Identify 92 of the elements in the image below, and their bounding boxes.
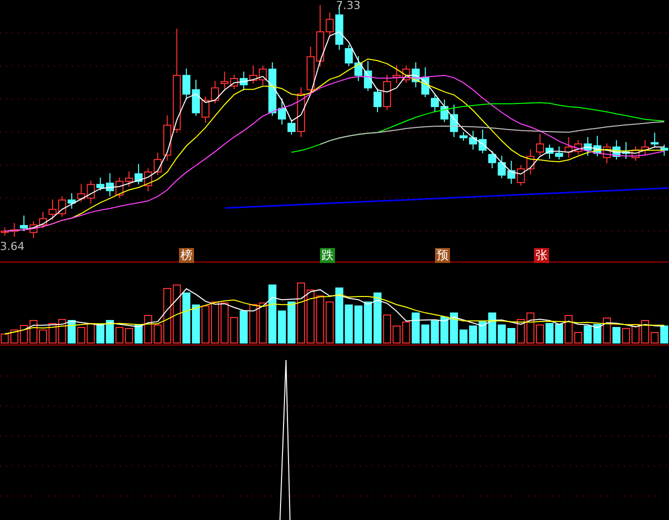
- candlestick: [650, 132, 659, 148]
- volume-bar: [354, 306, 362, 344]
- candlestick: [144, 168, 152, 192]
- candlestick: [584, 136, 592, 156]
- candlestick: [297, 86, 306, 138]
- candlestick: [211, 80, 220, 104]
- candlestick: [29, 220, 38, 238]
- volume-bar: [326, 302, 334, 344]
- volume-bar: [469, 326, 478, 344]
- candlestick: [660, 144, 668, 156]
- volume-bar: [20, 325, 28, 344]
- volume-bar: [172, 284, 181, 344]
- candlestick: [249, 64, 258, 84]
- candlestick: [488, 150, 496, 169]
- volume-bar: [546, 323, 554, 344]
- signal-marker: 榜: [179, 248, 194, 263]
- volume-bar: [77, 327, 86, 344]
- candlestick: [48, 198, 57, 220]
- candlestick: [288, 119, 296, 136]
- volume-bar: [192, 304, 200, 344]
- volume-bar: [201, 306, 210, 344]
- candlestick: [498, 155, 506, 179]
- volume-bar: [249, 304, 258, 344]
- candlestick: [440, 99, 448, 123]
- candlestick: [478, 129, 487, 154]
- volume-bar: [430, 320, 439, 344]
- candlestick: [612, 140, 620, 160]
- candlestick: [230, 74, 238, 90]
- candlestick: [240, 71, 248, 91]
- candlestick: [450, 104, 458, 138]
- signal-marker: 跌: [320, 248, 335, 263]
- volume-bar: [115, 327, 124, 344]
- candlestick: [354, 56, 362, 82]
- candlestick: [364, 60, 372, 92]
- volume-bar: [593, 324, 602, 344]
- volume-bar: [288, 302, 296, 344]
- candlestick: [526, 149, 534, 175]
- candlestick: [58, 196, 66, 218]
- volume-bar: [86, 323, 95, 344]
- volume-bar: [211, 302, 220, 344]
- candlestick: [20, 215, 28, 232]
- low-price-label: 3.64: [0, 241, 24, 253]
- volume-bar: [622, 328, 630, 344]
- volume-bar: [306, 290, 315, 344]
- high-price-label: 7.33: [336, 0, 360, 12]
- volume-bar: [48, 323, 57, 344]
- candlestick: [507, 160, 516, 184]
- volume-bar: [478, 322, 487, 344]
- volume-bar: [374, 292, 382, 344]
- volume-bar: [240, 310, 248, 344]
- volume-bar: [10, 330, 18, 344]
- candlestick: [39, 211, 47, 229]
- volume-bar: [297, 282, 306, 344]
- candlestick: [115, 177, 124, 199]
- candlestick: [546, 144, 554, 160]
- candlestick: [412, 62, 420, 88]
- candlestick: [402, 64, 410, 84]
- candlestick: [220, 71, 229, 90]
- candlestick: [125, 170, 134, 188]
- candlestick: [77, 183, 86, 202]
- candlestick: [192, 79, 200, 116]
- volume-bar: [402, 322, 410, 344]
- candlestick: [593, 135, 602, 157]
- candlestick: [632, 146, 640, 162]
- volume-bar: [29, 320, 38, 344]
- candlestick: [516, 164, 525, 186]
- signal-marker: 预: [435, 248, 450, 263]
- volume-bar: [440, 316, 448, 344]
- volume-bar: [106, 320, 114, 344]
- candlestick: [574, 140, 582, 156]
- candlestick: [622, 142, 630, 160]
- candlestick: [134, 163, 143, 185]
- candlestick: [201, 96, 210, 124]
- candlestick: [641, 140, 650, 156]
- volume-bar: [364, 302, 372, 344]
- candlestick: [306, 46, 315, 94]
- volume-bar: [96, 324, 104, 344]
- volume-bar: [68, 320, 76, 344]
- candlestick: [374, 88, 382, 113]
- volume-bar: [182, 292, 190, 344]
- signal-marker: 张: [534, 248, 549, 263]
- volume-bar: [0, 334, 9, 344]
- candlestick: [536, 133, 544, 156]
- volume-bar: [58, 319, 66, 344]
- candlestick: [602, 142, 611, 164]
- volume-bar: [125, 328, 134, 344]
- candlestick: [68, 192, 76, 210]
- volume-bar: [316, 296, 324, 344]
- volume-bar: [450, 312, 458, 344]
- volume-bar: [39, 330, 47, 344]
- volume-bar: [632, 324, 640, 344]
- volume-bar: [460, 330, 468, 344]
